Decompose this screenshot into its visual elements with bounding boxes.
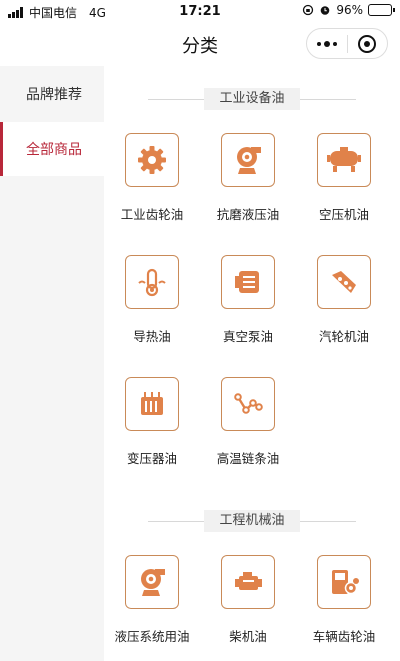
sidebar-item-label: 全部商品 (26, 142, 82, 158)
dot-icon (332, 41, 337, 46)
sidebar-item-all-products[interactable]: 全部商品 (0, 122, 104, 176)
category-item-transformer-oil[interactable]: 变压器油 (104, 377, 200, 467)
air-compressor-icon (317, 133, 371, 187)
vacuum-pump-icon (221, 255, 275, 309)
section-title: 工业设备油 (204, 88, 300, 110)
section-header-construction: 工程机械油 (104, 510, 400, 532)
dot-icon (316, 41, 321, 46)
alarm-icon (321, 6, 330, 15)
mini-program-capsule (306, 28, 388, 59)
category-item-vehicle-gear-oil[interactable]: 车辆齿轮油 (296, 555, 392, 645)
sidebar-item-label: 品牌推荐 (26, 87, 82, 103)
heat-transfer-icon (125, 255, 179, 309)
category-item-label: 变压器油 (126, 451, 177, 466)
category-item-label: 高温链条油 (216, 451, 280, 466)
category-item-label: 柴机油 (229, 629, 267, 644)
hydraulic-system-icon (125, 555, 179, 609)
divider-line (300, 521, 356, 522)
category-item-label: 真空泵油 (222, 329, 273, 344)
battery-icon (368, 4, 395, 16)
target-icon (358, 34, 377, 53)
category-item-label: 工业齿轮油 (120, 207, 184, 222)
category-item-label: 抗磨液压油 (216, 207, 280, 222)
status-right: 96% (302, 3, 395, 17)
sidebar-item-brand-recommend[interactable]: 品牌推荐 (0, 66, 104, 122)
category-content: 工业设备油 工业齿轮油 抗磨液压油 空压机油 导热油 真空泵油 汽轮机油 变压器… (104, 66, 400, 661)
gear-icon (125, 133, 179, 187)
section-title: 工程机械油 (204, 510, 300, 532)
transformer-icon (125, 377, 179, 431)
category-item-label: 导热油 (133, 329, 171, 344)
category-item-antiwear-hydraulic-oil[interactable]: 抗磨液压油 (200, 133, 296, 223)
more-options-button[interactable] (307, 40, 347, 47)
status-bar: 中国电信 4G 17:21 96% (0, 0, 400, 22)
divider-line (300, 99, 356, 100)
engine-icon (221, 555, 275, 609)
category-item-high-temp-chain-oil[interactable]: 高温链条油 (200, 377, 296, 467)
section-header-industrial: 工业设备油 (104, 88, 400, 110)
category-item-label: 空压机油 (318, 207, 369, 222)
battery-percent: 96% (336, 3, 363, 17)
chain-icon (221, 377, 275, 431)
lock-rotation-icon (303, 4, 314, 16)
category-sidebar: 品牌推荐 全部商品 (0, 66, 104, 661)
category-item-hydraulic-system-oil[interactable]: 液压系统用油 (104, 555, 200, 645)
category-item-vacuum-pump-oil[interactable]: 真空泵油 (200, 255, 296, 345)
category-item-diesel-engine-oil[interactable]: 柴机油 (200, 555, 296, 645)
navigation-bar: 分类 (0, 22, 400, 66)
turbine-icon (317, 255, 371, 309)
category-item-industrial-gear-oil[interactable]: 工业齿轮油 (104, 133, 200, 223)
category-item-label: 汽轮机油 (318, 329, 369, 344)
divider-line (148, 521, 204, 522)
category-item-heat-transfer-oil[interactable]: 导热油 (104, 255, 200, 345)
hydraulic-pump-icon (221, 133, 275, 187)
category-item-label: 液压系统用油 (114, 629, 190, 644)
category-item-label: 车辆齿轮油 (312, 629, 376, 644)
vehicle-gear-icon (317, 555, 371, 609)
category-item-turbine-oil[interactable]: 汽轮机油 (296, 255, 392, 345)
close-mini-program-button[interactable] (347, 34, 387, 53)
category-item-air-compressor-oil[interactable]: 空压机油 (296, 133, 392, 223)
dot-icon (323, 40, 330, 47)
divider-line (148, 99, 204, 100)
